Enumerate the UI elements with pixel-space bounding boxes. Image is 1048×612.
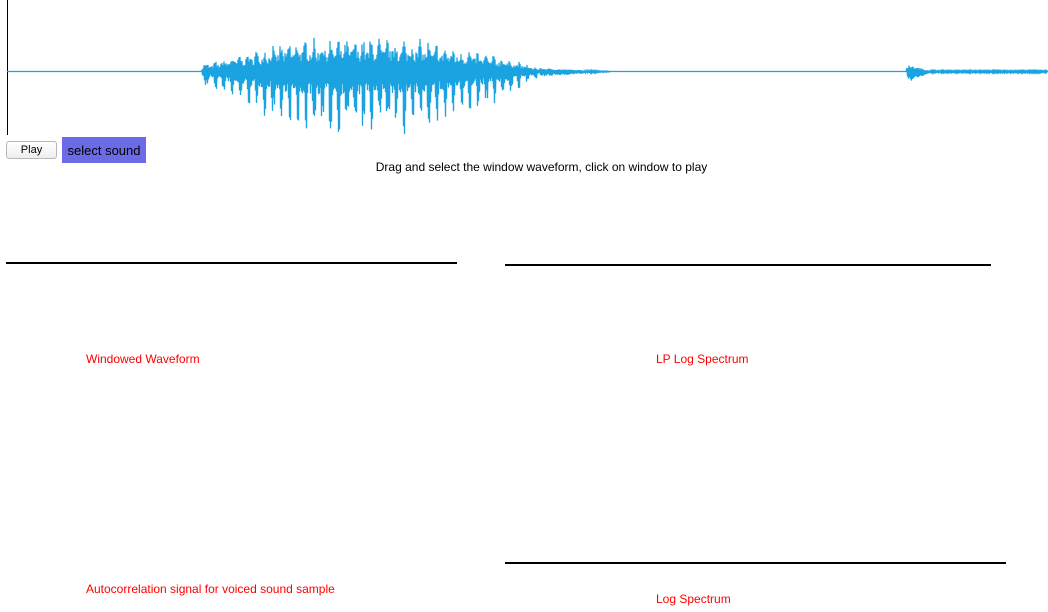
autocorrelation-label: Autocorrelation signal for voiced sound … [86, 582, 335, 596]
log-spectrum-axis [505, 562, 1006, 564]
log-spectrum-label: Log Spectrum [656, 592, 731, 606]
lp-log-spectrum-label: LP Log Spectrum [656, 352, 749, 366]
instructions-text: Drag and select the window waveform, cli… [375, 160, 708, 174]
play-button[interactable]: Play [6, 141, 57, 159]
lp-log-spectrum-axis [505, 264, 991, 266]
waveform-plot[interactable] [0, 0, 1048, 135]
windowed-waveform-axis [6, 262, 457, 264]
waveform-signal [7, 37, 1048, 135]
waveform-canvas[interactable] [0, 0, 1048, 135]
windowed-waveform-label: Windowed Waveform [86, 352, 200, 366]
